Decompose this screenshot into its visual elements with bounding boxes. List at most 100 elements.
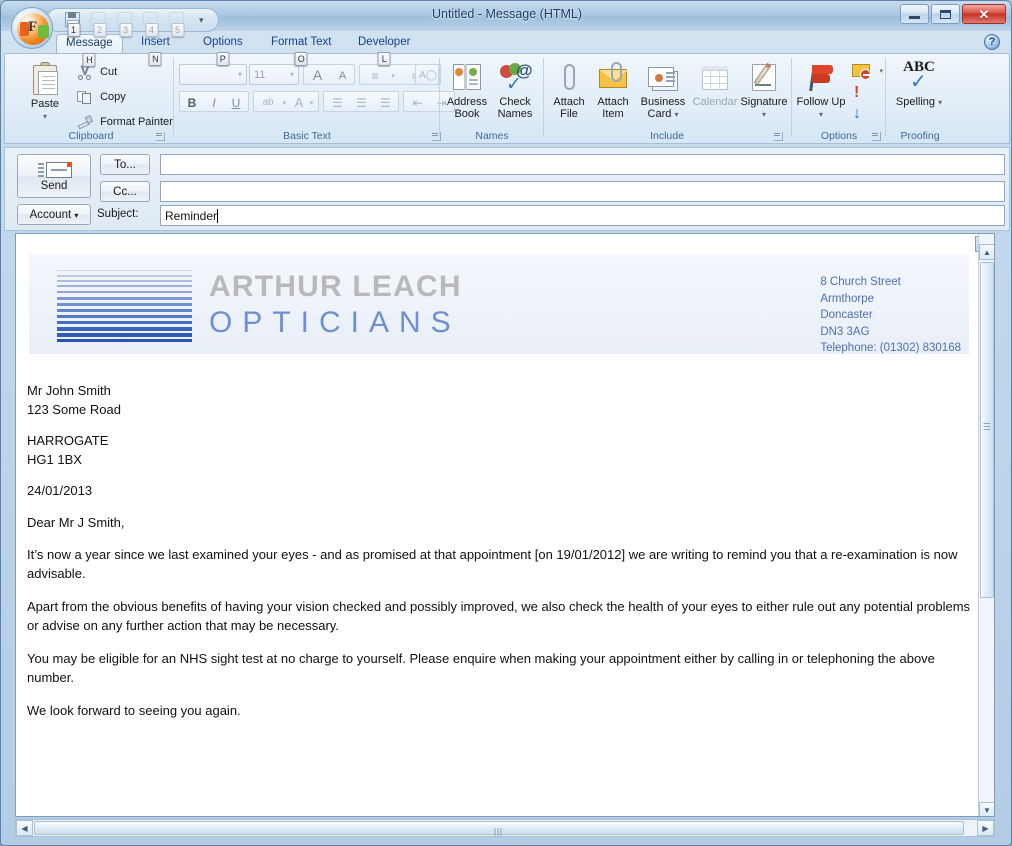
spelling-button[interactable]: ABC ✓ Spelling ▾ (891, 60, 947, 109)
check-names-button[interactable]: @ ✓ Check Names (491, 60, 539, 120)
scroll-left-button[interactable]: ◀ (16, 820, 33, 836)
high-importance-button[interactable]: ! (851, 85, 871, 103)
keytip-tab-message: H (82, 53, 96, 67)
ribbon-group-options: Follow Up ▾ ▾ ! ↓ Options (795, 56, 883, 143)
qat-item-2[interactable]: 2 (91, 11, 108, 37)
keytip-5: 5 (171, 22, 184, 37)
italic-button[interactable]: I (204, 94, 224, 111)
cc-button[interactable]: Cc... (100, 181, 150, 202)
low-importance-button[interactable]: ↓ (851, 106, 871, 124)
tab-format-text[interactable]: Format Text O (262, 34, 341, 66)
clear-formatting-button[interactable]: A◯ (415, 64, 439, 85)
scroll-right-button[interactable]: ▶ (977, 820, 994, 836)
format-painter-button[interactable]: Format Painter (77, 114, 173, 130)
save-button[interactable]: 1 (65, 11, 82, 37)
customize-qat-icon[interactable]: ▾ (199, 15, 204, 26)
grow-font-button[interactable]: A (306, 66, 329, 84)
help-icon[interactable]: ? (984, 34, 1000, 50)
clipboard-dialog-launcher[interactable] (156, 132, 165, 141)
recipient-postcode: HG1 1BX (27, 451, 82, 467)
to-button[interactable]: To... (100, 154, 150, 175)
calendar-label: Calendar (692, 96, 738, 108)
alignment-buttons: ☰ ☰ ☰ (323, 91, 399, 112)
down-arrow-icon: ↓ (853, 105, 861, 122)
follow-up-button[interactable]: Follow Up ▾ (795, 60, 847, 120)
calendar-button[interactable]: Calendar (691, 60, 739, 109)
signature-button[interactable]: Signature ▾ (739, 60, 789, 120)
vertical-scroll-thumb[interactable] (980, 262, 994, 598)
qat-item-4[interactable]: 4 (143, 11, 160, 37)
copy-icon (77, 89, 93, 105)
tab-options[interactable]: Options P (194, 34, 252, 66)
recipient-town-block: HARROGATE HG1 1BX (27, 432, 975, 469)
maximize-button[interactable] (931, 4, 960, 24)
recipient-street: 123 Some Road (27, 401, 121, 417)
bold-button[interactable]: B (182, 94, 202, 111)
tab-developer[interactable]: Developer L (349, 34, 419, 66)
ribbon-group-names: Address Book @ ✓ Check Names Names (443, 56, 541, 143)
account-button[interactable]: Account ▾ (17, 204, 91, 225)
chevron-down-icon: ▾ (237, 70, 242, 79)
group-separator (173, 58, 174, 136)
clear-formatting-icon: A◯ (419, 70, 437, 81)
attach-file-label: Attach File (553, 96, 585, 120)
address-book-button[interactable]: Address Book (443, 60, 491, 120)
tab-format-text-label: Format Text (271, 36, 332, 48)
business-card-label: Business Card (640, 96, 686, 120)
align-center-button[interactable]: ☰ (350, 94, 373, 111)
signature-icon (748, 62, 780, 94)
minimize-button[interactable] (900, 4, 929, 24)
align-right-button[interactable]: ☰ (374, 94, 397, 111)
send-button[interactable]: Send (17, 154, 91, 198)
bullets-dropdown[interactable]: ▾ (388, 69, 398, 82)
exclamation-icon: ! (854, 84, 860, 101)
shrink-font-button[interactable]: A (331, 67, 354, 84)
tab-message[interactable]: Message H (56, 34, 123, 67)
horizontal-scroll-thumb[interactable] (34, 821, 964, 836)
tab-insert[interactable]: Insert N (132, 34, 179, 66)
scroll-up-button[interactable]: ▲ (979, 244, 994, 260)
account-button-label: Account (29, 209, 72, 221)
group-separator (543, 58, 544, 136)
subject-input[interactable]: Reminder (160, 205, 1005, 226)
font-style-buttons: B I U (179, 91, 249, 112)
permission-button[interactable]: ▾ (851, 62, 883, 80)
highlight-dropdown[interactable]: ▾ (280, 96, 289, 109)
bullets-button[interactable]: ≡ (362, 67, 388, 84)
qat-item-3[interactable]: 3 (117, 11, 134, 37)
chevron-down-icon: ▾ (289, 70, 294, 79)
follow-up-label: Follow Up (796, 96, 846, 108)
scroll-down-button[interactable]: ▼ (979, 802, 994, 816)
align-left-button[interactable]: ☰ (326, 94, 349, 111)
business-card-button[interactable]: Business Card ▾ (635, 60, 691, 120)
body-horizontal-scrollbar[interactable]: ◀ ▶ (15, 819, 995, 837)
body-vertical-scrollbar[interactable]: ▲ ▼ (978, 234, 994, 816)
office-button[interactable]: F (11, 7, 53, 49)
underline-button[interactable]: U (226, 94, 246, 111)
options-dialog-launcher[interactable] (872, 132, 881, 141)
font-size-value: 11 (254, 68, 266, 81)
company-address: 8 Church Street Armthorpe Doncaster DN3 … (820, 274, 961, 357)
text-highlight-button[interactable]: ab (256, 93, 280, 111)
paste-button[interactable]: Paste ▾ (19, 60, 71, 122)
include-dialog-launcher[interactable] (774, 132, 783, 141)
font-color-dropdown[interactable]: ▾ (307, 96, 316, 109)
attach-file-button[interactable]: Attach File (547, 60, 591, 120)
copy-button[interactable]: Copy (77, 89, 126, 105)
font-name-combo[interactable]: ▾ (179, 64, 247, 85)
address-line-telephone: Telephone: (01302) 830168 (820, 342, 961, 354)
group-separator (885, 58, 886, 136)
to-input[interactable] (160, 154, 1005, 175)
group-label-basic-text: Basic Text (283, 130, 331, 142)
cc-input[interactable] (160, 181, 1005, 202)
font-color-button[interactable]: A (291, 93, 307, 111)
decrease-indent-button[interactable]: ⇤ (406, 94, 429, 111)
attach-item-button[interactable]: Attach Item (591, 60, 635, 120)
cut-label: Cut (100, 65, 118, 78)
tab-insert-label: Insert (141, 36, 170, 48)
message-body[interactable]: ARTHUR LEACH OPTICIANS 8 Church Street A… (15, 233, 995, 817)
font-size-combo[interactable]: 11 ▾ (249, 64, 299, 85)
flag-icon (805, 62, 837, 94)
close-button[interactable]: ✕ (962, 4, 1006, 24)
qat-item-5[interactable]: 5 (169, 11, 186, 37)
